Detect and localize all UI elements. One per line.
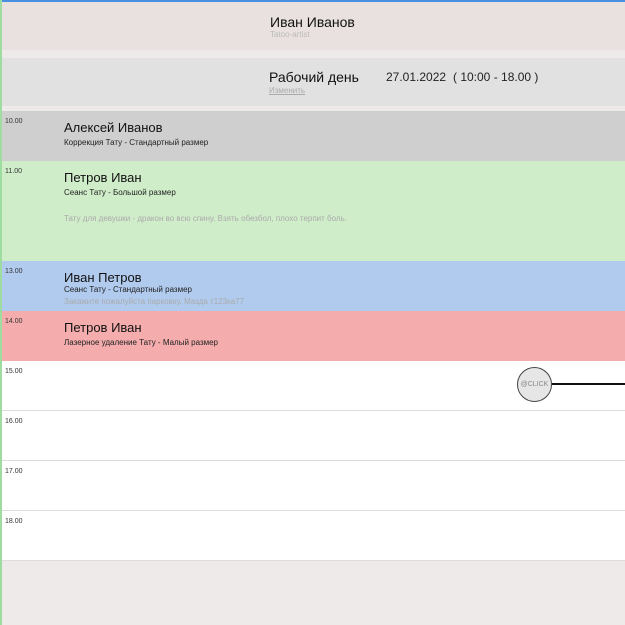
master-header: Иван Иванов Tatoo-artist [2,2,625,50]
empty-slot[interactable]: 18.00 [2,511,625,561]
slot-time: 14.00 [5,318,23,325]
appointment-slot[interactable]: 11.00 Петров Иван Сеанс Тату - Большой р… [2,161,625,261]
slot-time: 17.00 [5,468,23,475]
change-workday-link[interactable]: Изменить [269,86,305,95]
service-name: Коррекция Тату - Стандартный размер [64,138,209,147]
appointment-slot[interactable]: 13.00 Иван Петров Сеанс Тату - Стандартн… [2,261,625,311]
slot-time: 15.00 [5,368,23,375]
service-name: Лазерное удаление Тату - Малый размер [64,338,219,347]
slot-time: 10.00 [5,118,23,125]
appointment-note: Закажите пожалуйста парковку. Мазда т123… [64,297,245,306]
slot-time: 16.00 [5,418,23,425]
workday-label: Рабочий день [269,69,359,85]
master-name: Иван Иванов [270,14,355,30]
client-name: Иван Петров [64,270,142,285]
empty-slot[interactable]: 17.00 [2,461,625,511]
appointment-slot[interactable]: 10.00 Алексей Иванов Коррекция Тату - Ст… [2,111,625,161]
slot-time: 13.00 [5,268,23,275]
click-line [552,383,625,385]
slot-time: 18.00 [5,518,23,525]
client-name: Петров Иван [64,170,142,185]
workday-bar: Рабочий день Изменить 27.01.2022 ( 10:00… [2,58,625,106]
client-name: Алексей Иванов [64,120,163,135]
empty-slot[interactable]: 16.00 [2,411,625,461]
appointment-note: Тату для девушки - дракон во всю спину. … [64,214,347,223]
master-role: Tatoo-artist [270,30,310,39]
service-name: Сеанс Тату - Стандартный размер [64,285,192,294]
slot-time: 11.00 [5,168,22,175]
click-button[interactable]: @CLICK [517,367,552,402]
client-name: Петров Иван [64,320,142,335]
service-name: Сеанс Тату - Большой размер [64,188,176,197]
workday-hours: ( 10:00 - 18.00 ) [453,70,539,84]
appointment-slot[interactable]: 14.00 Петров Иван Лазерное удаление Тату… [2,311,625,361]
workday-date: 27.01.2022 [386,70,447,84]
